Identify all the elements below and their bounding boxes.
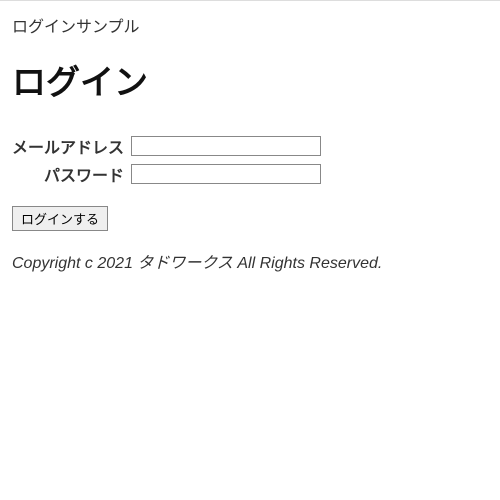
login-form-table: メールアドレス パスワード <box>12 132 322 188</box>
copyright: Copyright c 2021 タドワークス All Rights Reser… <box>12 249 488 273</box>
password-label: パスワード <box>12 160 130 188</box>
login-button[interactable]: ログインする <box>12 206 108 231</box>
password-field[interactable] <box>131 164 321 184</box>
email-label: メールアドレス <box>12 132 130 160</box>
email-field[interactable] <box>131 136 321 156</box>
breadcrumb: ログインサンプル <box>12 13 488 37</box>
page-title: ログイン <box>12 55 488 104</box>
